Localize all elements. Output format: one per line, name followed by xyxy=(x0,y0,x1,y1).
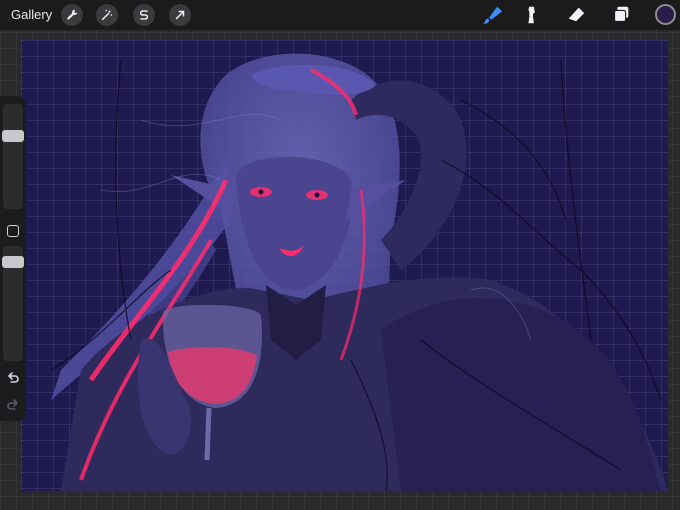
redo-icon xyxy=(7,399,18,410)
opacity-thumb[interactable] xyxy=(2,256,24,268)
layers-icon xyxy=(614,6,629,22)
gallery-button[interactable]: Gallery xyxy=(11,7,52,22)
redo-button[interactable] xyxy=(5,398,21,414)
modify-button[interactable] xyxy=(7,225,19,237)
wrench-icon xyxy=(67,9,78,20)
selection-s-icon xyxy=(140,10,148,20)
top-toolbar: Gallery xyxy=(0,0,680,30)
layers-tool[interactable] xyxy=(609,3,633,27)
undo-icon xyxy=(8,372,19,383)
smudge-icon xyxy=(528,6,535,24)
adjustments-button[interactable] xyxy=(96,4,118,26)
arrow-cursor-icon xyxy=(175,10,185,20)
drawing-canvas[interactable] xyxy=(21,40,668,491)
brush-size-slider[interactable] xyxy=(3,104,23,209)
sketch-artwork xyxy=(50,53,668,491)
actions-button[interactable] xyxy=(61,4,83,26)
brush-tool[interactable] xyxy=(479,3,503,27)
transform-button[interactable] xyxy=(169,4,191,26)
magic-wand-icon xyxy=(101,9,113,21)
color-swatch-button[interactable] xyxy=(655,4,676,25)
eraser-icon xyxy=(568,7,585,22)
undo-button[interactable] xyxy=(5,371,21,387)
left-sidebar xyxy=(0,96,26,421)
selection-button[interactable] xyxy=(133,4,155,26)
brush-size-thumb[interactable] xyxy=(2,130,24,142)
eraser-tool[interactable] xyxy=(564,3,588,27)
smudge-tool[interactable] xyxy=(521,3,545,27)
brush-icon xyxy=(482,6,502,24)
